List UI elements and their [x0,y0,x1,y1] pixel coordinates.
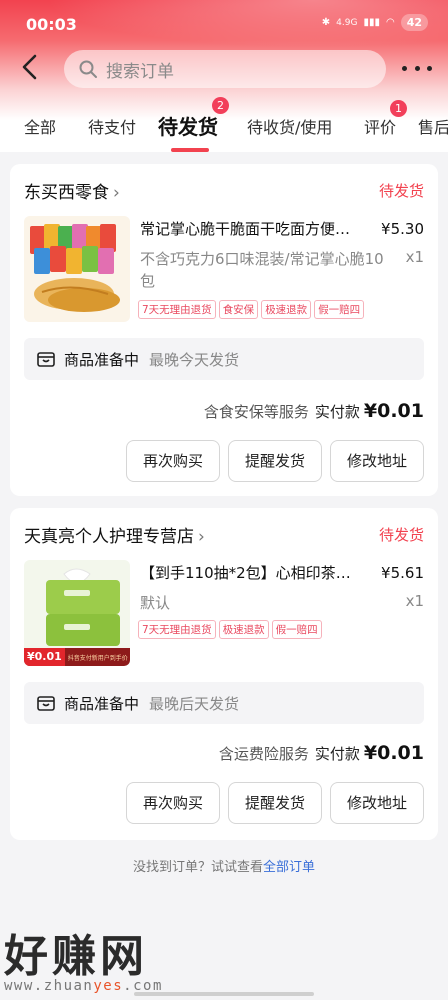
product-image[interactable]: ¥0.01 抖音支付新用户到手价 [24,560,130,666]
shipping-status-bar[interactable]: 商品准备中 最晚今天发货 [24,338,424,380]
promo-caption: 抖音支付新用户到手价 [67,654,128,662]
search-input[interactable]: 搜索订单 [64,50,386,88]
status-bar: 00:03 ✱ 4.9G ▮▮▮ ◠ 42 [0,0,448,46]
shop-name-text: 东买西零食 [24,183,109,203]
shipping-status-main: 商品准备中 [64,694,140,713]
remind-shipping-button[interactable]: 提醒发货 [228,782,322,824]
tab-pending-shipment[interactable]: 待发货 2 [158,97,229,140]
service-tags: 7天无理由退货 食安保 极速退款 假一赔四 [138,300,365,319]
shop-name-text: 天真亮个人护理专营店 [24,527,194,547]
url-prefix: www.zhuan [4,978,94,994]
service-tag: 假一赔四 [314,300,365,319]
remind-shipping-button[interactable]: 提醒发货 [228,440,322,482]
buy-again-button[interactable]: 再次购买 [126,782,220,824]
tab-badge: 1 [390,100,407,117]
shipping-status-sub: 最晚后天发货 [149,694,240,713]
navbar: 搜索订单 [0,46,448,90]
order-tabs: 全部 待支付 待发货 2 待收货/使用 评价 1 售后 [0,97,448,152]
status-time: 00:03 [26,15,77,34]
paid-amount: ¥0.01 [363,400,424,422]
service-tag: 假一赔四 [271,620,322,639]
service-tag: 7天无理由退货 [138,620,216,639]
site-watermark: 好赚网 www.zhuanyes.com [4,920,163,994]
signal-icon: ▮▮▮ [363,17,380,28]
service-tag: 极速退款 [261,300,312,319]
paid-label: 实付款 [314,403,360,421]
more-options-icon[interactable] [402,56,432,80]
tab-label: 评价 [364,118,397,137]
home-indicator [134,992,314,996]
order-status: 待发货 [378,526,424,544]
tab-after-sales[interactable]: 售后 [418,114,448,138]
paid-label: 实付款 [314,745,360,763]
back-arrow-icon[interactable] [16,52,46,82]
search-icon [79,60,97,78]
footer-hint: 没找到订单？试试查看全部订单 [0,856,448,875]
promo-price: ¥0.01 [24,648,65,666]
product-spec: 默认 [140,594,171,612]
service-note: 含运费险服务 [218,745,309,763]
all-orders-link[interactable]: 全部订单 [263,860,315,875]
modify-address-button[interactable]: 修改地址 [330,782,424,824]
active-tab-indicator [171,148,209,152]
shipping-status-main: 商品准备中 [64,350,140,369]
payment-summary: 含食安保等服务 实付款 ¥0.01 [204,400,424,422]
order-card: 东买西零食 › 待发货 常记掌心脆干脆面干吃面方便面零食 ¥5.30 不含巧克力… [10,164,438,496]
product-quantity: x1 [405,248,424,266]
url-accent: yes [93,978,124,994]
paid-amount: ¥0.01 [363,742,424,764]
watermark-logo: 好赚网 [4,931,148,982]
shipping-status-bar[interactable]: 商品准备中 最晚后天发货 [24,682,424,724]
order-status: 待发货 [378,182,424,200]
order-card: 天真亮个人护理专营店 › 待发货 ¥0.01 抖音支付新用户到手价 【到手110抽… [10,508,438,840]
search-placeholder: 搜索订单 [106,61,174,82]
service-tag: 极速退款 [218,620,269,639]
package-icon [37,352,55,367]
promo-strip: ¥0.01 抖音支付新用户到手价 [24,648,130,666]
tab-all[interactable]: 全部 [24,114,56,138]
modify-address-button[interactable]: 修改地址 [330,440,424,482]
network-speed: 4.9G [336,17,358,28]
wifi-icon: ◠ [385,17,395,28]
tab-pending-receipt[interactable]: 待收货/使用 [247,114,332,138]
tab-review[interactable]: 评价 1 [364,100,407,138]
chevron-right-icon: › [198,527,205,547]
service-tag: 7天无理由退货 [138,300,216,319]
product-image[interactable] [24,216,130,322]
battery-indicator: 42 [400,14,428,31]
shop-name[interactable]: 天真亮个人护理专营店 › [24,522,205,547]
service-note: 含食安保等服务 [203,403,309,421]
tab-pending-payment[interactable]: 待支付 [88,114,136,138]
footer-hint-text: 没找到订单？试试查看 [132,860,263,875]
product-quantity: x1 [405,592,424,610]
shop-name[interactable]: 东买西零食 › [24,178,120,203]
product-price: ¥5.61 [381,564,424,582]
snack-image-graphic [24,216,130,322]
product-spec: 不含巧克力6口味混装/常记掌心脆10包 [140,250,384,290]
buy-again-button[interactable]: 再次购买 [126,440,220,482]
status-icons: ✱ 4.9G ▮▮▮ ◠ 42 [322,14,428,31]
service-tags: 7天无理由退货 极速退款 假一赔四 [138,620,322,639]
package-icon [37,696,55,711]
service-tag: 食安保 [218,300,259,319]
tab-label: 待发货 [158,115,218,139]
product-title[interactable]: 常记掌心脆干脆面干吃面方便面零食 [140,218,360,239]
shipping-status-sub: 最晚今天发货 [149,350,240,369]
bluetooth-icon: ✱ [321,17,331,28]
product-title[interactable]: 【到手110抽*2包】心相印茶语抽纸 [140,562,360,583]
product-price: ¥5.30 [381,220,424,238]
chevron-right-icon: › [113,183,120,203]
payment-summary: 含运费险服务 实付款 ¥0.01 [219,742,424,764]
tab-badge: 2 [212,97,229,114]
